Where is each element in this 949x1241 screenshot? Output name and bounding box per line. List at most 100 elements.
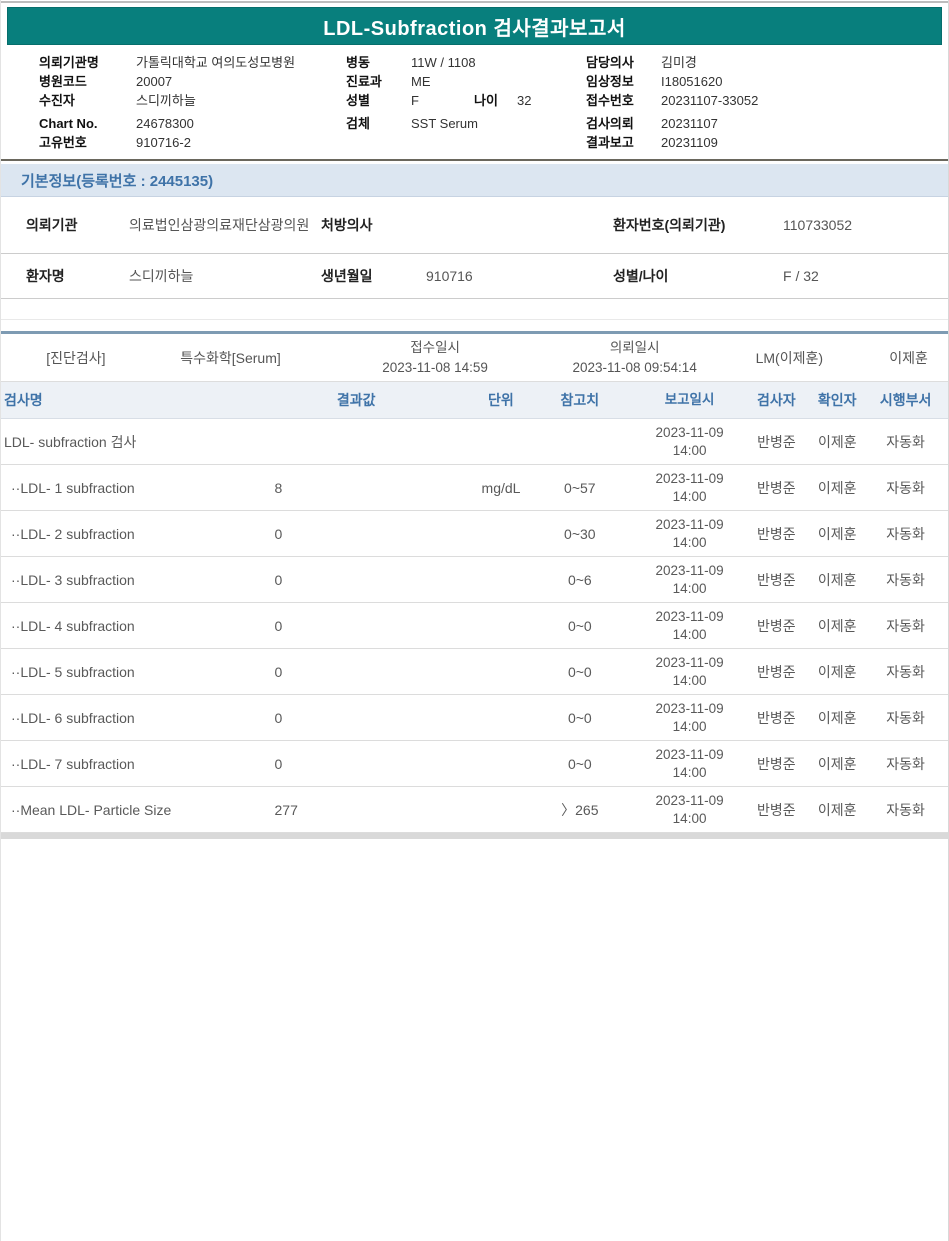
reference-range: 0~0	[567, 709, 592, 726]
field-label: 접수번호	[586, 93, 634, 108]
receipt-value: 2023-11-08 14:59	[382, 359, 488, 375]
field-label: 환자명	[26, 268, 65, 284]
field-row: 고유번호 910716-2	[39, 133, 339, 152]
department: 자동화	[886, 525, 925, 542]
field-value: 20231107	[661, 116, 718, 131]
lab-name: LM(이제훈)	[755, 349, 824, 366]
field-value: I18051620	[661, 74, 723, 89]
field-label: 의뢰기관명	[39, 55, 99, 70]
tester: 반병준	[757, 801, 796, 818]
field-label: 임상정보	[586, 74, 634, 89]
verifier: 이제훈	[817, 571, 857, 588]
verifier: 이제훈	[817, 479, 857, 496]
result-value: 0	[274, 663, 283, 680]
test-name: ··LDL- 6 subfraction	[11, 709, 135, 726]
column-header-test-name: 검사명	[4, 392, 43, 408]
table-bottom-bar	[1, 833, 948, 839]
result-value: 0	[274, 571, 283, 588]
section-panel: 특수화학[Serum]	[180, 349, 281, 366]
field-value: 24678300	[136, 116, 194, 131]
verifier: 이제훈	[817, 801, 857, 818]
result-row: ··Mean LDL- Particle Size 277 〉265 2023-…	[1, 787, 948, 833]
department: 자동화	[886, 801, 925, 818]
result-row: LDL- subfraction 검사 2023-11-09 14:00 반병준 …	[1, 419, 948, 465]
approver-name: 이제훈	[889, 349, 928, 366]
department: 자동화	[886, 755, 925, 772]
verifier: 이제훈	[817, 617, 857, 634]
report-datetime: 2023-11-09 14:00	[655, 608, 724, 642]
reference-range: 0~0	[567, 755, 592, 772]
result-row: ··LDL- 5 subfraction 0 0~0 2023-11-09 14:…	[1, 649, 948, 695]
report-title: LDL-Subfraction 검사결과보고서	[323, 17, 626, 40]
result-value: 8	[274, 479, 283, 496]
field-value: 32	[517, 93, 532, 108]
test-name: ··LDL- 4 subfraction	[11, 617, 135, 634]
field-value: 스디끼하늘	[129, 267, 194, 284]
receipt-datetime-block: 접수일시 2023-11-08 14:59	[310, 338, 559, 377]
tester: 반병준	[757, 433, 796, 450]
reference-range: 0~0	[567, 663, 592, 680]
section-category: [진단검사]	[46, 349, 106, 366]
report-datetime: 2023-11-09 14:00	[655, 792, 724, 826]
department: 자동화	[886, 571, 925, 588]
reference-range: 0~6	[567, 571, 592, 588]
field-row: Chart No. 24678300	[39, 114, 339, 133]
verifier: 이제훈	[817, 433, 857, 450]
field-row: 진료과 ME	[346, 72, 584, 91]
field-value: 20231109	[661, 135, 718, 150]
result-value: 0	[274, 617, 283, 634]
test-name: ··LDL- 5 subfraction	[11, 663, 135, 680]
field-row: 의뢰기관명 가톨릭대학교 여의도성모병원	[39, 53, 339, 72]
test-name: ··LDL- 1 subfraction	[11, 479, 135, 496]
report-datetime: 2023-11-09 14:00	[655, 470, 724, 504]
reference-range: 0~57	[564, 479, 596, 496]
reference-range: 〉265	[561, 801, 599, 818]
request-value: 2023-11-08 09:54:14	[572, 359, 697, 375]
result-row: ··LDL- 4 subfraction 0 0~0 2023-11-09 14:…	[1, 603, 948, 649]
unit: mg/dL	[481, 479, 521, 496]
verifier: 이제훈	[817, 709, 857, 726]
field-row: 접수번호 20231107-33052	[586, 91, 926, 110]
field-row: 임상정보 I18051620	[586, 72, 926, 91]
field-row: 검체 SST Serum	[346, 114, 584, 133]
patient-info-row: 환자명 스디끼하늘 생년월일 910716 성별/나이 F / 32	[1, 254, 948, 299]
result-value: 0	[274, 709, 283, 726]
field-value: 의료법인삼광의료재단삼광의원	[129, 216, 310, 233]
field-label: 결과보고	[586, 135, 634, 150]
department: 자동화	[886, 479, 925, 496]
field-label: 수진자	[39, 93, 75, 108]
tester: 반병준	[757, 617, 796, 634]
result-row: ··LDL- 2 subfraction 0 0~30 2023-11-09 14…	[1, 511, 948, 557]
field-label: 처방의사	[321, 217, 373, 233]
test-name: ··Mean LDL- Particle Size	[11, 801, 172, 818]
request-datetime-block: 의뢰일시 2023-11-08 09:54:14	[560, 338, 710, 377]
field-value: F	[411, 93, 419, 108]
report-datetime: 2023-11-09 14:00	[655, 746, 724, 780]
reference-range: 0~30	[564, 525, 596, 542]
test-name: ··LDL- 3 subfraction	[11, 571, 135, 588]
patient-info-row: 의뢰기관 의료법인삼광의료재단삼광의원 처방의사 환자번호(의뢰기관) 1107…	[1, 197, 948, 254]
report-header-info: 의뢰기관명 가톨릭대학교 여의도성모병원 병원코드 20007 수진자 스디끼하늘 C…	[1, 45, 948, 159]
section-divider-dark	[1, 159, 948, 161]
verifier: 이제훈	[817, 755, 857, 772]
field-label: 담당의사	[586, 55, 634, 70]
tester: 반병준	[757, 479, 796, 496]
column-header-unit: 단위	[488, 392, 514, 408]
field-label: 병동	[346, 55, 370, 70]
field-value: 20007	[136, 74, 173, 89]
field-value: 20231107-33052	[661, 93, 759, 108]
report-title-bar: LDL-Subfraction 검사결과보고서	[7, 7, 942, 45]
field-value: 스디끼하늘	[136, 93, 196, 108]
receipt-label: 접수일시	[410, 339, 460, 355]
field-label: 의뢰기관	[26, 217, 78, 233]
field-row: 병동 11W / 1108	[346, 53, 584, 72]
tester: 반병준	[757, 755, 796, 772]
test-name: ··LDL- 2 subfraction	[11, 525, 135, 542]
header-right-column: 담당의사 김미경 임상정보 I18051620 접수번호 20231107-33052…	[586, 53, 926, 152]
column-header-reference: 참고치	[560, 392, 600, 408]
department: 자동화	[886, 663, 925, 680]
basic-info-title: 기본정보(등록번호 : 2445135)	[21, 172, 214, 190]
result-row: ··LDL- 6 subfraction 0 0~0 2023-11-09 14:…	[1, 695, 948, 741]
result-row: ··LDL- 7 subfraction 0 0~0 2023-11-09 14:…	[1, 741, 948, 787]
